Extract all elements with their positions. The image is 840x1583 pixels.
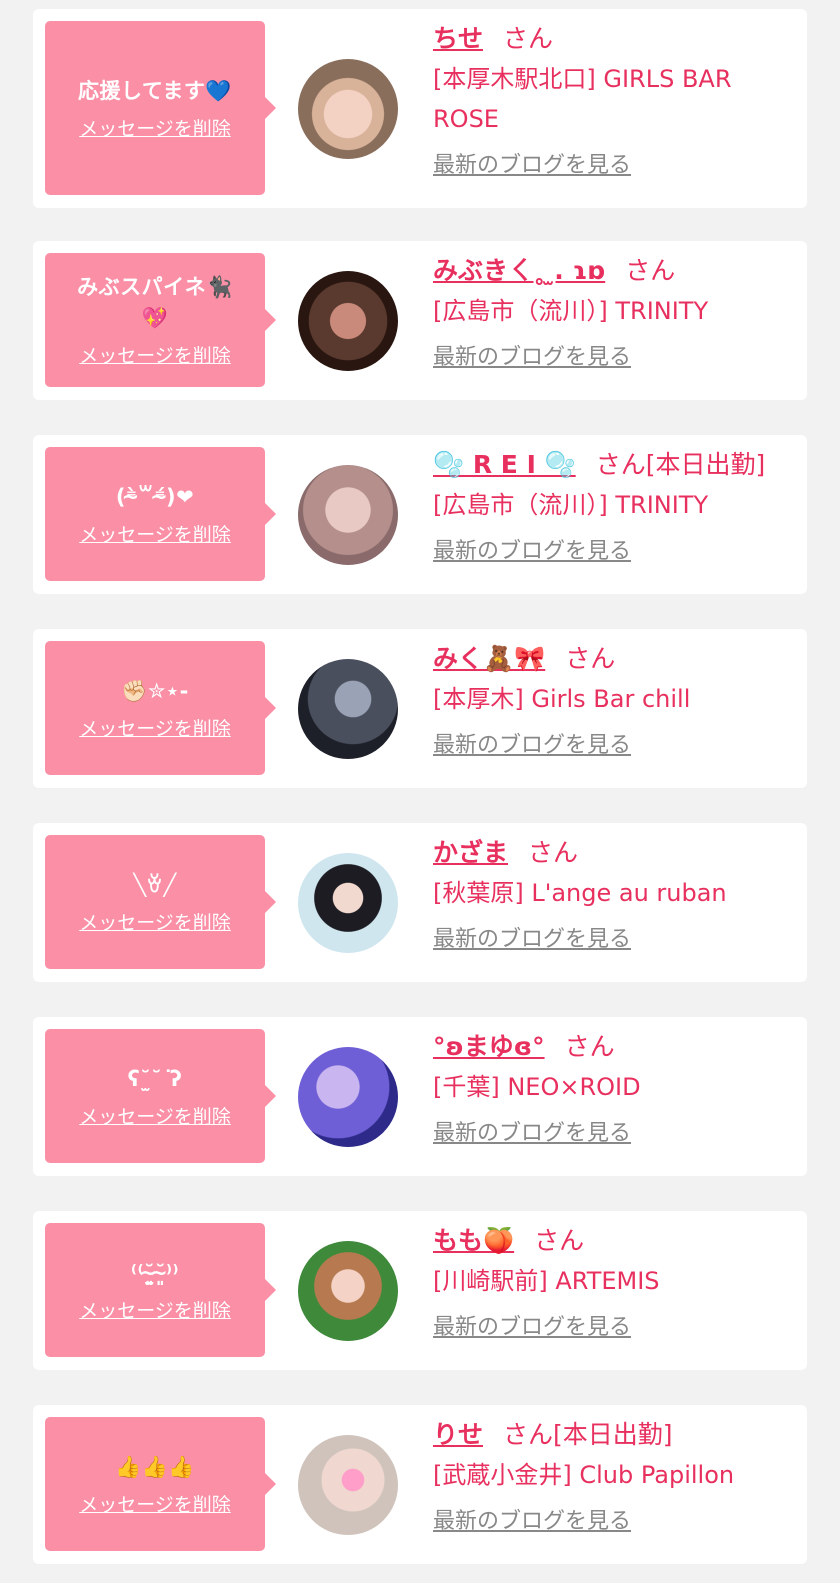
latest-blog-link[interactable]: 最新のブログを見る <box>433 1119 631 1149</box>
message-bubble: 応援してます💙 メッセージを削除 <box>45 21 276 195</box>
latest-blog-link[interactable]: 最新のブログを見る <box>433 537 631 567</box>
avatar[interactable] <box>298 1047 398 1147</box>
honorific: さん <box>534 1226 585 1255</box>
girl-name-link[interactable]: もも🍑 <box>433 1226 514 1255</box>
shop-name: [川崎駅前] ARTEMIS <box>433 1267 660 1295</box>
message-text: ╲ꈊ╱ <box>133 872 177 897</box>
delete-message-link[interactable]: メッセージを削除 <box>53 717 257 741</box>
delete-message-link[interactable]: メッセージを削除 <box>53 911 257 935</box>
shop-name: [広島市（流川）] TRINITY <box>433 297 709 325</box>
message-text: ʕ˘̫˘ ͘ʔ <box>127 1066 183 1091</box>
girl-name-link[interactable]: ちせ <box>433 24 483 53</box>
name-line: 🫧 R E I 🫧 さん[本日出勤] <box>433 445 787 485</box>
message-bubble: 👍👍👍 メッセージを削除 <box>45 1417 276 1551</box>
girl-name-link[interactable]: かざま <box>433 838 508 867</box>
profile-info: みぶきㄑ˳ ̫. ɿɒ さん [広島市（流川）] TRINITY 最新のブログを見… <box>433 251 787 373</box>
profile-info: りせ さん[本日出勤] [武蔵小金井] Club Papillon 最新のブログを… <box>433 1415 787 1537</box>
message-bubble: ʕ˘̫˘ ͘ʔ メッセージを削除 <box>45 1029 276 1163</box>
honorific: さん[本日出勤] <box>595 450 766 479</box>
honorific: さん <box>564 1032 615 1061</box>
profile-info: °ʚまゆɞ° さん [千葉] NEO×ROID 最新のブログを見る <box>433 1027 787 1149</box>
shop-name: [秋葉原] L'ange au ruban <box>433 879 727 907</box>
latest-blog-link[interactable]: 最新のブログを見る <box>433 343 631 373</box>
message-text: 👍👍👍 <box>115 1454 195 1479</box>
profile-info: もも🍑 さん [川崎駅前] ARTEMIS 最新のブログを見る <box>433 1221 787 1343</box>
name-line: みぶきㄑ˳ ̫. ɿɒ さん <box>433 251 787 291</box>
delete-message-link[interactable]: メッセージを削除 <box>53 1299 257 1323</box>
delete-message-link[interactable]: メッセージを削除 <box>53 344 257 368</box>
message-text: (⁼̴̀꒳⁼̴́)❤ <box>115 484 195 509</box>
delete-message-link[interactable]: メッセージを削除 <box>53 1493 257 1517</box>
avatar[interactable] <box>298 1435 398 1535</box>
message-bubble: ╲ꈊ╱ メッセージを削除 <box>45 835 276 969</box>
profile-info: ちせ さん [本厚木駅北口] GIRLS BAR ROSE 最新のブログを見る <box>433 19 787 181</box>
shop-name: [本厚木駅北口] GIRLS BAR ROSE <box>433 65 732 133</box>
latest-blog-link[interactable]: 最新のブログを見る <box>433 731 631 761</box>
girl-name-link[interactable]: みく🧸🎀 <box>433 644 545 673</box>
message-text: みぶスパイネ🐈‍⬛ 💖 <box>77 275 233 330</box>
girl-name-link[interactable]: りせ <box>433 1420 483 1449</box>
girl-name-link[interactable]: 🫧 R E I 🫧 <box>433 450 576 479</box>
shop-name: [武蔵小金井] Club Papillon <box>433 1461 735 1489</box>
message-text: ⁽⁽˘̴͈̫˘̴͈⁾⁾ <box>130 1260 180 1285</box>
message-bubble: ⁽⁽˘̴͈̫˘̴͈⁾⁾ メッセージを削除 <box>45 1223 276 1357</box>
latest-blog-link[interactable]: 最新のブログを見る <box>433 151 631 181</box>
shop-name: [本厚木] Girls Bar chill <box>433 685 691 713</box>
shop-name: [広島市（流川）] TRINITY <box>433 491 709 519</box>
avatar[interactable] <box>298 271 398 371</box>
latest-blog-link[interactable]: 最新のブログを見る <box>433 925 631 955</box>
message-bubble: (⁼̴̀꒳⁼̴́)❤ メッセージを削除 <box>45 447 276 581</box>
avatar[interactable] <box>298 659 398 759</box>
honorific: さん <box>503 24 554 53</box>
message-bubble: みぶスパイネ🐈‍⬛ 💖 メッセージを削除 <box>45 253 276 387</box>
message-card: みぶスパイネ🐈‍⬛ 💖 メッセージを削除 みぶきㄑ˳ ̫. ɿɒ さん [広島市（… <box>33 241 807 400</box>
message-card: ʕ˘̫˘ ͘ʔ メッセージを削除 °ʚまゆɞ° さん [千葉] NEO×ROID … <box>33 1017 807 1176</box>
latest-blog-link[interactable]: 最新のブログを見る <box>433 1313 631 1343</box>
profile-info: かざま さん [秋葉原] L'ange au ruban 最新のブログを見る <box>433 833 787 955</box>
message-list: 応援してます💙 メッセージを削除 ちせ さん [本厚木駅北口] GIRLS BAR… <box>0 0 840 1583</box>
message-card: (⁼̴̀꒳⁼̴́)❤ メッセージを削除 🫧 R E I 🫧 さん[本日出勤] [広… <box>33 435 807 594</box>
honorific: さん[本日出勤] <box>503 1420 673 1449</box>
honorific: さん <box>565 644 616 673</box>
name-line: もも🍑 さん <box>433 1221 787 1261</box>
name-line: °ʚまゆɞ° さん <box>433 1027 787 1067</box>
name-line: かざま さん <box>433 833 787 873</box>
honorific: さん <box>625 256 676 285</box>
avatar[interactable] <box>298 59 398 159</box>
name-line: みく🧸🎀 さん <box>433 639 787 679</box>
avatar[interactable] <box>298 853 398 953</box>
message-bubble: ✊🏻✮⋆- メッセージを削除 <box>45 641 276 775</box>
name-line: ちせ さん <box>433 19 787 59</box>
message-card: 応援してます💙 メッセージを削除 ちせ さん [本厚木駅北口] GIRLS BAR… <box>33 9 807 208</box>
message-text: 応援してます💙 <box>78 78 232 103</box>
message-card: ╲ꈊ╱ メッセージを削除 かざま さん [秋葉原] L'ange au ruban… <box>33 823 807 982</box>
message-text: ✊🏻✮⋆- <box>121 678 189 703</box>
message-card: ✊🏻✮⋆- メッセージを削除 みく🧸🎀 さん [本厚木] Girls Bar ch… <box>33 629 807 788</box>
message-card: 👍👍👍 メッセージを削除 りせ さん[本日出勤] [武蔵小金井] Club Pap… <box>33 1405 807 1564</box>
message-card: ⁽⁽˘̴͈̫˘̴͈⁾⁾ メッセージを削除 もも🍑 さん [川崎駅前] ARTEMI… <box>33 1211 807 1370</box>
delete-message-link[interactable]: メッセージを削除 <box>53 1105 257 1129</box>
girl-name-link[interactable]: みぶきㄑ˳ ̫. ɿɒ <box>433 256 605 285</box>
profile-info: 🫧 R E I 🫧 さん[本日出勤] [広島市（流川）] TRINITY 最新のブ… <box>433 445 787 567</box>
delete-message-link[interactable]: メッセージを削除 <box>53 523 257 547</box>
girl-name-link[interactable]: °ʚまゆɞ° <box>433 1032 545 1061</box>
honorific: さん <box>528 838 579 867</box>
profile-info: みく🧸🎀 さん [本厚木] Girls Bar chill 最新のブログを見る <box>433 639 787 761</box>
avatar[interactable] <box>298 465 398 565</box>
latest-blog-link[interactable]: 最新のブログを見る <box>433 1507 631 1537</box>
delete-message-link[interactable]: メッセージを削除 <box>53 117 257 141</box>
avatar[interactable] <box>298 1241 398 1341</box>
shop-name: [千葉] NEO×ROID <box>433 1073 641 1101</box>
name-line: りせ さん[本日出勤] <box>433 1415 787 1455</box>
